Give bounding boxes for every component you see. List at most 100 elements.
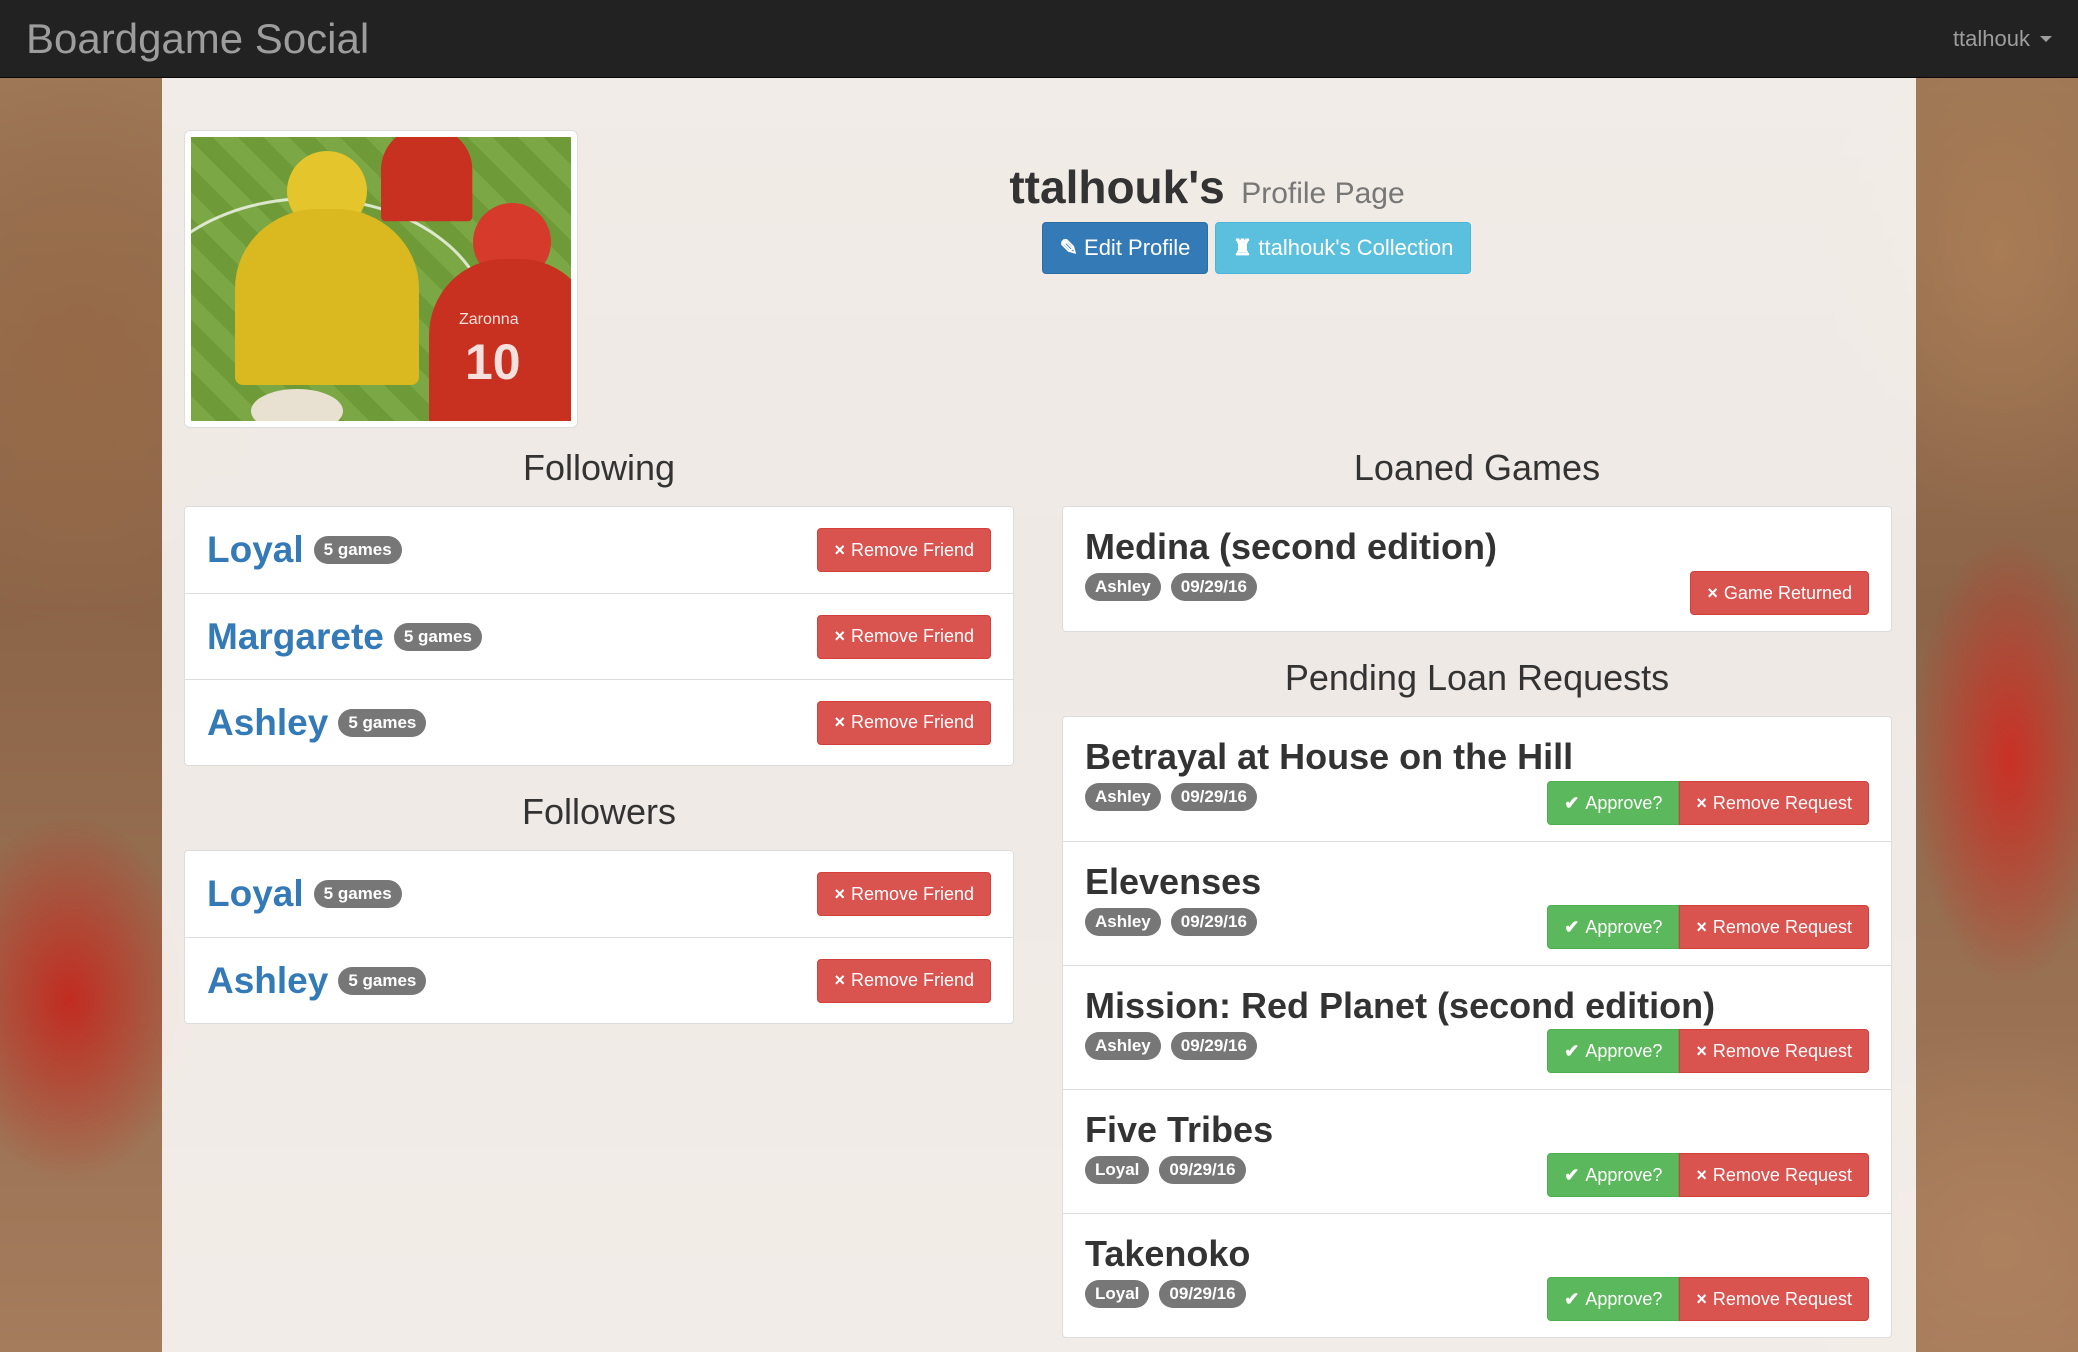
pending-requests-list: Betrayal at House on the Hill Ashley 09/29… — [1062, 716, 1892, 1338]
remove-friend-label: Remove Friend — [850, 539, 974, 560]
collection-label: ttalhouk's Collection — [1258, 235, 1454, 260]
approve-label: Approve? — [1585, 792, 1663, 813]
check-icon: ✔ — [1564, 792, 1580, 813]
check-icon: ✔ — [1564, 1040, 1580, 1061]
remove-request-label: Remove Request — [1712, 792, 1852, 813]
edit-icon: ✎ — [1059, 235, 1079, 260]
close-icon: × — [1707, 582, 1718, 603]
list-item: Betrayal at House on the Hill Ashley 09/29… — [1063, 717, 1891, 841]
request-actions: ✔ Approve? × Remove Request — [1547, 781, 1869, 825]
profile-actions: ✎ Edit Profile ♜ ttalhouk's Collection — [1042, 222, 1471, 274]
games-count-badge: 5 games — [338, 708, 427, 737]
following-info: Loyal 5 games — [207, 529, 402, 571]
list-item: Mission: Red Planet (second edition) Ashl… — [1063, 965, 1891, 1089]
remove-request-label: Remove Request — [1712, 916, 1852, 937]
requester-badge: Ashley — [1085, 783, 1161, 811]
game-title: Medina (second edition) — [1085, 526, 1498, 567]
approve-button[interactable]: ✔ Approve? — [1547, 905, 1680, 949]
approve-label: Approve? — [1585, 1164, 1663, 1185]
remove-friend-button[interactable]: × Remove Friend — [817, 614, 991, 659]
check-icon: ✔ — [1564, 916, 1580, 937]
caret-down-icon — [2040, 35, 2052, 42]
following-heading: Following — [522, 447, 676, 488]
list-item: Ashley 5 games × Remove Friend — [185, 679, 1013, 765]
edit-profile-button[interactable]: ✎ Edit Profile — [1042, 222, 1208, 274]
list-item: Ashley 5 games × Remove Friend — [185, 937, 1013, 1023]
following-name-link[interactable]: Ashley — [207, 702, 328, 744]
remove-friend-label: Remove Friend — [850, 970, 974, 990]
remove-friend-label: Remove Friend — [850, 883, 974, 904]
follower-name-link[interactable]: Loyal — [207, 873, 304, 915]
games-count-badge: 5 games — [393, 622, 482, 651]
follower-name-link[interactable]: Ashley — [207, 960, 328, 1002]
remove-friend-button[interactable]: × Remove Friend — [817, 872, 991, 916]
avatar-image: Zaronna 10 — [191, 137, 571, 421]
remove-request-label: Remove Request — [1712, 1164, 1852, 1185]
borrower-badge: Ashley — [1085, 573, 1161, 601]
loaned-games-list: Medina (second edition) Ashley 09/29/16 × Ga… — [1062, 506, 1892, 632]
close-icon: × — [834, 539, 845, 560]
remove-friend-button[interactable]: × Remove Friend — [817, 528, 991, 572]
close-icon: × — [1696, 916, 1707, 937]
approve-button[interactable]: ✔ Approve? — [1547, 1277, 1680, 1321]
brand-link[interactable]: Boardgame Social — [26, 0, 369, 78]
date-badge: 09/29/16 — [1170, 1032, 1257, 1060]
game-title: Elevenses — [1085, 861, 1262, 902]
approve-button[interactable]: ✔ Approve? — [1547, 1153, 1680, 1197]
friends-column: Following Loyal 5 games × Remove Friend Marg… — [184, 448, 1014, 1024]
game-title: Takenoko — [1085, 1233, 1251, 1274]
date-badge: 09/29/16 — [1170, 783, 1257, 811]
profile-avatar: Zaronna 10 — [184, 130, 578, 428]
profile-username: ttalhouk's — [1009, 161, 1225, 213]
games-count-badge: 5 games — [313, 880, 402, 908]
list-item: Medina (second edition) Ashley 09/29/16 × Ga… — [1063, 507, 1891, 631]
close-icon: × — [1696, 792, 1707, 813]
date-badge: 09/29/16 — [1170, 573, 1257, 601]
close-icon: × — [834, 712, 845, 732]
list-item: Margarete 5 games × Remove Friend — [185, 593, 1013, 679]
remove-friend-button[interactable]: × Remove Friend — [817, 700, 991, 745]
close-icon: × — [834, 626, 845, 646]
game-returned-button[interactable]: × Game Returned — [1690, 571, 1869, 615]
request-actions: ✔ Approve? × Remove Request — [1547, 1029, 1869, 1073]
list-item: Five Tribes Loyal 09/29/16 ✔ Approve? × Remove… — [1063, 1089, 1891, 1213]
approve-button[interactable]: ✔ Approve? — [1547, 781, 1680, 825]
game-returned-label: Game Returned — [1723, 582, 1852, 603]
follower-info: Loyal 5 games — [207, 873, 402, 915]
approve-button[interactable]: ✔ Approve? — [1547, 1029, 1680, 1073]
followers-heading: Followers — [521, 791, 677, 832]
list-item: Takenoko Loyal 09/29/16 ✔ Approve? × Remove Re… — [1063, 1213, 1891, 1337]
pending-requests-heading: Pending Loan Requests — [1284, 657, 1670, 698]
top-navbar: Boardgame Social ttalhouk — [0, 0, 2078, 78]
date-badge: 09/29/16 — [1170, 908, 1257, 936]
close-icon: × — [1696, 1288, 1707, 1309]
remove-friend-label: Remove Friend — [850, 626, 974, 646]
requester-badge: Loyal — [1085, 1156, 1150, 1184]
remove-request-button[interactable]: × Remove Request — [1679, 781, 1869, 825]
remove-friend-button[interactable]: × Remove Friend — [817, 958, 991, 1003]
games-column: Loaned Games Medina (second edition) Ashl… — [1062, 448, 1892, 1338]
main-container: Zaronna 10 ttalhouk's Profile Page ✎ Edi… — [162, 78, 1916, 1352]
page-title: ttalhouk's Profile Page — [822, 160, 1592, 214]
request-actions: ✔ Approve? × Remove Request — [1547, 1153, 1869, 1197]
user-dropdown[interactable]: ttalhouk — [1953, 26, 2052, 52]
close-icon: × — [1696, 1040, 1707, 1061]
user-dropdown-label: ttalhouk — [1952, 25, 2030, 51]
following-list: Loyal 5 games × Remove Friend Margarete 5 gam… — [184, 506, 1014, 766]
game-title: Five Tribes — [1085, 1109, 1274, 1150]
date-badge: 09/29/16 — [1159, 1156, 1246, 1184]
remove-request-button[interactable]: × Remove Request — [1679, 905, 1869, 949]
jersey-name: Zaronna — [459, 311, 519, 328]
remove-request-button[interactable]: × Remove Request — [1679, 1029, 1869, 1073]
remove-request-label: Remove Request — [1712, 1288, 1852, 1309]
close-icon: × — [834, 970, 845, 990]
collection-button[interactable]: ♜ ttalhouk's Collection — [1215, 222, 1471, 274]
game-title: Betrayal at House on the Hill — [1085, 736, 1574, 777]
following-name-link[interactable]: Margarete — [207, 616, 384, 658]
following-name-link[interactable]: Loyal — [207, 529, 304, 571]
remove-request-button[interactable]: × Remove Request — [1679, 1277, 1869, 1321]
remove-request-label: Remove Request — [1712, 1040, 1852, 1061]
remove-request-button[interactable]: × Remove Request — [1679, 1153, 1869, 1197]
approve-label: Approve? — [1585, 1040, 1663, 1061]
check-icon: ✔ — [1564, 1164, 1580, 1185]
